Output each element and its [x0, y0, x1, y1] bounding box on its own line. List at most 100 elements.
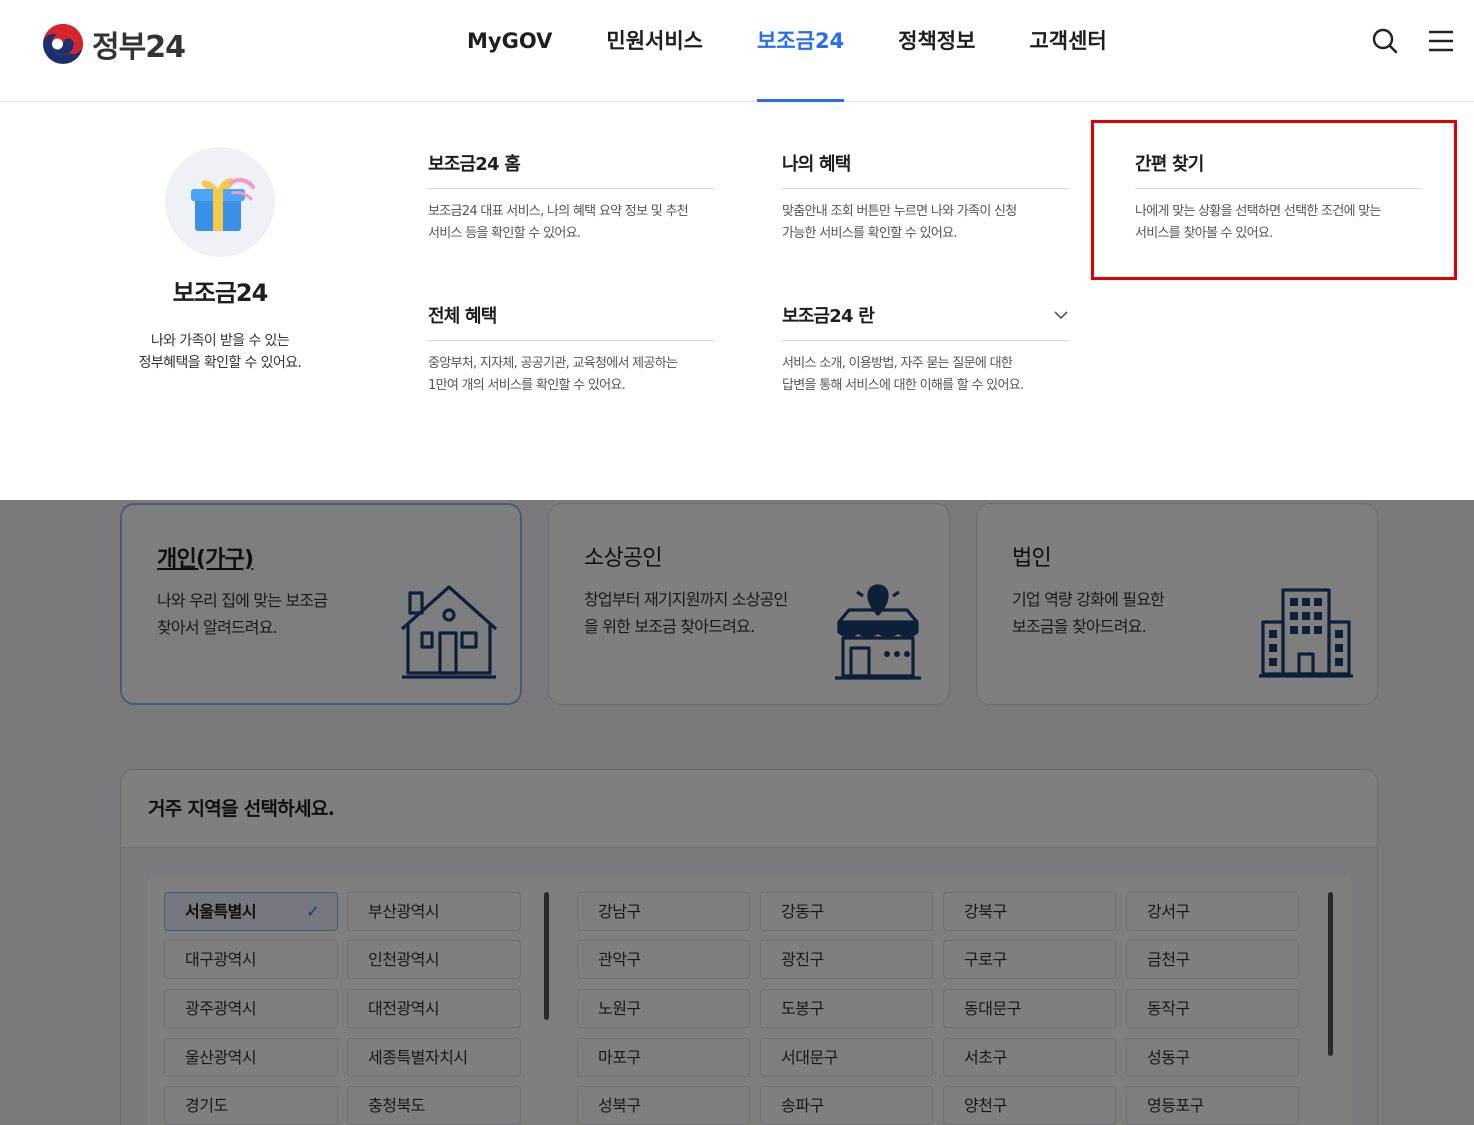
- district-chip[interactable]: 송파구: [760, 1086, 933, 1125]
- promo-desc-line-2: 정부혜택을 확인할 수 있어요.: [138, 355, 302, 371]
- city-chip[interactable]: 경기도: [164, 1086, 338, 1125]
- menu-desc-line: 보조금24 대표 서비스, 나의 혜택 요약 정보 및 추천: [428, 204, 689, 219]
- logo-text: 정부24: [92, 30, 186, 65]
- district-chip[interactable]: 도봉구: [760, 989, 933, 1028]
- site-logo[interactable]: 정부24: [42, 22, 186, 66]
- city-chip[interactable]: 부산광역시: [347, 892, 521, 931]
- city-list-scrollbar[interactable]: [544, 892, 549, 1020]
- district-chip[interactable]: 성동구: [1126, 1038, 1299, 1077]
- hamburger-menu-icon[interactable]: [1426, 26, 1456, 56]
- menu-about-subsidy24[interactable]: 보조금24 란 서비스 소개, 이용방법, 자주 묻는 질문에 대한 답변을 통…: [782, 302, 1068, 397]
- menu-description: 맞춤안내 조회 버튼만 누르면 나와 가족이 신청 가능한 서비스를 확인할 수…: [782, 201, 1068, 245]
- gift-box-icon: [165, 147, 275, 257]
- district-chip[interactable]: 금천구: [1126, 940, 1299, 979]
- chevron-down-icon[interactable]: [1054, 310, 1068, 320]
- card-desc-line: 을 위한 보조금 찾아드려요.: [584, 617, 755, 636]
- building-icon: [1259, 588, 1353, 678]
- category-card-corporation[interactable]: 법인 기업 역량 강화에 필요한 보조금을 찾아드려요.: [976, 503, 1378, 705]
- card-desc-line: 기업 역량 강화에 필요한: [1012, 590, 1165, 609]
- store-icon: [835, 584, 921, 680]
- menu-description: 중앙부처, 지자체, 공공기관, 교육청에서 제공하는 1만여 개의 서비스를 …: [428, 353, 714, 397]
- city-chip[interactable]: 대구광역시: [164, 940, 338, 979]
- district-chip[interactable]: 영등포구: [1126, 1086, 1299, 1125]
- district-chip[interactable]: 노원구: [577, 989, 750, 1028]
- menu-title: 보조금24 란: [782, 302, 1068, 341]
- city-chip[interactable]: 대전광역시: [347, 989, 521, 1028]
- region-body: 서울특별시 ✓ 부산광역시 대구광역시 인천광역시 광주광역시 대전광역시 울산…: [121, 848, 1377, 1125]
- card-desc-line: 창업부터 재기지원까지 소상공인: [584, 590, 788, 609]
- nav-item-civil-services[interactable]: 민원서비스: [579, 0, 730, 102]
- promo-description: 나와 가족이 받을 수 있는 정부혜택을 확인할 수 있어요.: [110, 330, 330, 374]
- district-chip[interactable]: 강남구: [577, 892, 750, 931]
- city-chip[interactable]: 세종특별자치시: [347, 1038, 521, 1077]
- district-chip[interactable]: 동작구: [1126, 989, 1299, 1028]
- menu-title-text: 보조금24 홈: [428, 154, 521, 175]
- district-chip[interactable]: 구로구: [943, 940, 1116, 979]
- region-heading: 거주 지역을 선택하세요.: [121, 770, 1377, 848]
- district-chip[interactable]: 양천구: [943, 1086, 1116, 1125]
- main-navigation: MyGOV 민원서비스 보조금24 정책정보 고객센터: [440, 0, 1134, 102]
- menu-desc-line: 1만여 개의 서비스를 확인할 수 있어요.: [428, 378, 626, 393]
- menu-desc-line: 답변을 통해 서비스에 대한 이해를 할 수 있어요.: [782, 378, 1024, 393]
- card-description: 나와 우리 집에 맞는 보조금 찾아서 알려드려요.: [157, 587, 397, 641]
- district-chip[interactable]: 서대문구: [760, 1038, 933, 1077]
- promo-desc-line-1: 나와 가족이 받을 수 있는: [150, 333, 290, 349]
- menu-my-benefits[interactable]: 나의 혜택 맞춤안내 조회 버튼만 누르면 나와 가족이 신청 가능한 서비스를…: [782, 150, 1068, 245]
- menu-title-text: 전체 혜택: [428, 306, 497, 327]
- menu-title-text: 보조금24 란: [782, 306, 875, 327]
- menu-desc-line: 서비스 소개, 이용방법, 자주 묻는 질문에 대한: [782, 356, 1013, 371]
- city-chip-seoul[interactable]: 서울특별시 ✓: [164, 892, 338, 931]
- district-chip[interactable]: 강동구: [760, 892, 933, 931]
- menu-desc-line: 가능한 서비스를 확인할 수 있어요.: [782, 226, 958, 241]
- menu-title: 보조금24 홈: [428, 150, 714, 189]
- header-utilities: [1370, 26, 1456, 56]
- district-chip[interactable]: 마포구: [577, 1038, 750, 1077]
- house-icon: [400, 585, 498, 679]
- menu-subsidy24-home[interactable]: 보조금24 홈 보조금24 대표 서비스, 나의 혜택 요약 정보 및 추천 서…: [428, 150, 714, 245]
- menu-title-text: 나의 혜택: [782, 154, 851, 175]
- card-description: 창업부터 재기지원까지 소상공인 을 위한 보조금 찾아드려요.: [584, 586, 824, 640]
- menu-desc-line: 서비스 등을 확인할 수 있어요.: [428, 226, 581, 241]
- taegeuk-logo-icon: [43, 24, 83, 64]
- menu-title: 나의 혜택: [782, 150, 1068, 189]
- category-card-individual[interactable]: 개인(가구) 나와 우리 집에 맞는 보조금 찾아서 알려드려요.: [120, 503, 522, 705]
- promo-title: 보조금24: [172, 279, 269, 307]
- nav-item-mygov[interactable]: MyGOV: [440, 0, 579, 102]
- district-chip[interactable]: 강북구: [943, 892, 1116, 931]
- region-selection-panel: 거주 지역을 선택하세요. 서울특별시 ✓ 부산광역시 대구광역시 인천광역시 …: [120, 769, 1378, 1125]
- district-chip[interactable]: 광진구: [760, 940, 933, 979]
- district-chip[interactable]: 강서구: [1126, 892, 1299, 931]
- city-chip[interactable]: 울산광역시: [164, 1038, 338, 1077]
- category-card-small-business[interactable]: 소상공인 창업부터 재기지원까지 소상공인 을 위한 보조금 찾아드려요.: [548, 503, 950, 705]
- menu-desc-line: 맞춤안내 조회 버튼만 누르면 나와 가족이 신청: [782, 204, 1017, 219]
- highlight-box: [1091, 120, 1457, 280]
- page-content: 개인(가구) 나와 우리 집에 맞는 보조금 찾아서 알려드려요. 소상공인 창…: [0, 500, 1474, 1125]
- search-icon[interactable]: [1370, 26, 1400, 56]
- district-chip[interactable]: 관악구: [577, 940, 750, 979]
- city-chip[interactable]: 인천광역시: [347, 940, 521, 979]
- card-desc-line: 보조금을 찾아드려요.: [1012, 617, 1147, 636]
- district-list-scrollbar[interactable]: [1328, 892, 1333, 1056]
- menu-description: 서비스 소개, 이용방법, 자주 묻는 질문에 대한 답변을 통해 서비스에 대…: [782, 353, 1068, 397]
- city-chip[interactable]: 충청북도: [347, 1086, 521, 1125]
- menu-all-benefits[interactable]: 전체 혜택 중앙부처, 지자체, 공공기관, 교육청에서 제공하는 1만여 개의…: [428, 302, 714, 397]
- card-description: 기업 역량 강화에 필요한 보조금을 찾아드려요.: [1012, 586, 1252, 640]
- card-desc-line: 나와 우리 집에 맞는 보조금: [157, 591, 328, 610]
- district-chip[interactable]: 서초구: [943, 1038, 1116, 1077]
- subsidy24-promo: 보조금24 나와 가족이 받을 수 있는 정부혜택을 확인할 수 있어요.: [110, 147, 330, 374]
- subsidy24-mega-menu: 보조금24 나와 가족이 받을 수 있는 정부혜택을 확인할 수 있어요. 보조…: [0, 103, 1474, 500]
- district-chip[interactable]: 동대문구: [943, 989, 1116, 1028]
- site-header: 정부24 MyGOV 민원서비스 보조금24 정책정보 고객센터: [0, 0, 1474, 102]
- check-icon: ✓: [306, 902, 319, 921]
- card-title: 법인: [1012, 546, 1052, 571]
- nav-item-policy-info[interactable]: 정책정보: [871, 0, 1002, 102]
- region-list: 서울특별시 ✓ 부산광역시 대구광역시 인천광역시 광주광역시 대전광역시 울산…: [147, 874, 1352, 1125]
- card-title: 소상공인: [584, 546, 663, 571]
- nav-item-subsidy24[interactable]: 보조금24: [730, 0, 871, 102]
- menu-title: 전체 혜택: [428, 302, 714, 341]
- city-chip[interactable]: 광주광역시: [164, 989, 338, 1028]
- nav-item-customer-center[interactable]: 고객센터: [1002, 0, 1133, 102]
- city-label: 서울특별시: [185, 902, 257, 921]
- district-chip[interactable]: 성북구: [577, 1086, 750, 1125]
- card-title: 개인(가구): [157, 547, 254, 572]
